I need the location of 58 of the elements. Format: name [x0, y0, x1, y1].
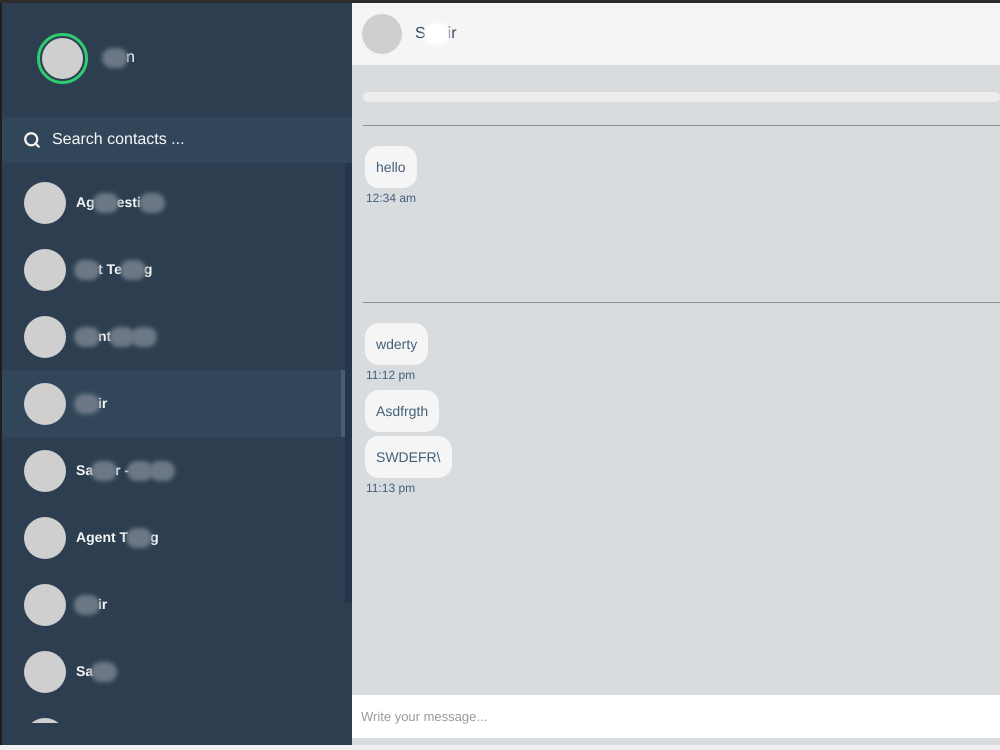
avatar-placeholder — [24, 182, 66, 224]
name-fragment: ir — [98, 394, 108, 413]
message-time: 12:34 am — [366, 190, 416, 206]
name-fragment: r - — [115, 461, 130, 480]
blur-patch — [127, 460, 154, 480]
blur-patch — [74, 394, 100, 414]
blur-patch — [74, 594, 100, 614]
avatar-placeholder — [24, 584, 66, 626]
message-bubble: Asdfrgth — [365, 390, 440, 432]
name-fragment: t Te — [98, 260, 122, 279]
contact-item[interactable]: Sa r - — [2, 437, 345, 504]
contact-item[interactable]: Sa — [2, 638, 345, 705]
scrollbar[interactable] — [345, 163, 352, 603]
search-input[interactable]: Search contacts ... — [52, 128, 312, 152]
contact-item[interactable]: ir — [2, 571, 345, 638]
avatar-placeholder — [24, 450, 66, 492]
message-bubble: SWDEFR\ — [365, 436, 452, 478]
message-bubble: hello — [365, 146, 417, 188]
name-fragment: Ag — [76, 193, 95, 212]
blur-patch — [74, 260, 100, 280]
name-fragment: ir — [448, 24, 457, 44]
blur-patch — [126, 528, 152, 548]
blur-patch — [138, 192, 165, 212]
blur-patch — [74, 326, 100, 346]
contact-item[interactable]: Agent T g — [2, 504, 345, 571]
search-field[interactable]: Search contacts ... — [2, 117, 352, 163]
avatar-placeholder — [24, 382, 66, 424]
blur-patch — [149, 460, 176, 480]
blur-patch — [120, 260, 146, 280]
name-fragment: g — [150, 528, 159, 547]
blur-patch — [109, 326, 136, 346]
message-input[interactable]: Write your message... — [352, 695, 1000, 738]
blur-patch — [92, 192, 119, 212]
name-fragment: ir — [98, 595, 108, 614]
contact-item[interactable]: Ag esti — [2, 169, 345, 236]
name-fragment: n — [126, 48, 135, 68]
blur-patch — [102, 48, 128, 68]
contact-item[interactable]: ir — [2, 370, 345, 437]
message-time: 11:13 pm — [366, 480, 416, 496]
name-fragment: esti — [116, 193, 141, 212]
contact-item[interactable]: t Te g — [2, 236, 345, 303]
avatar-placeholder — [24, 650, 66, 692]
blur-patch — [131, 326, 158, 346]
avatar-placeholder — [37, 32, 88, 84]
name-fragment: S — [415, 24, 426, 44]
message-bubble: wderty — [365, 323, 428, 365]
search-icon — [23, 131, 41, 149]
name-fragment: Agent T — [76, 528, 128, 547]
name-fragment: g — [144, 260, 152, 279]
message-time: 11:12 pm — [366, 367, 416, 383]
name-fragment: Sa — [76, 461, 94, 480]
name-fragment: Sa — [76, 662, 94, 681]
avatar-placeholder — [362, 14, 402, 54]
name-fragment: nt — [98, 327, 112, 346]
avatar-placeholder — [24, 316, 66, 358]
avatar-placeholder — [24, 516, 66, 558]
avatar-placeholder — [24, 248, 66, 290]
contact-item[interactable]: nt — [2, 303, 345, 370]
